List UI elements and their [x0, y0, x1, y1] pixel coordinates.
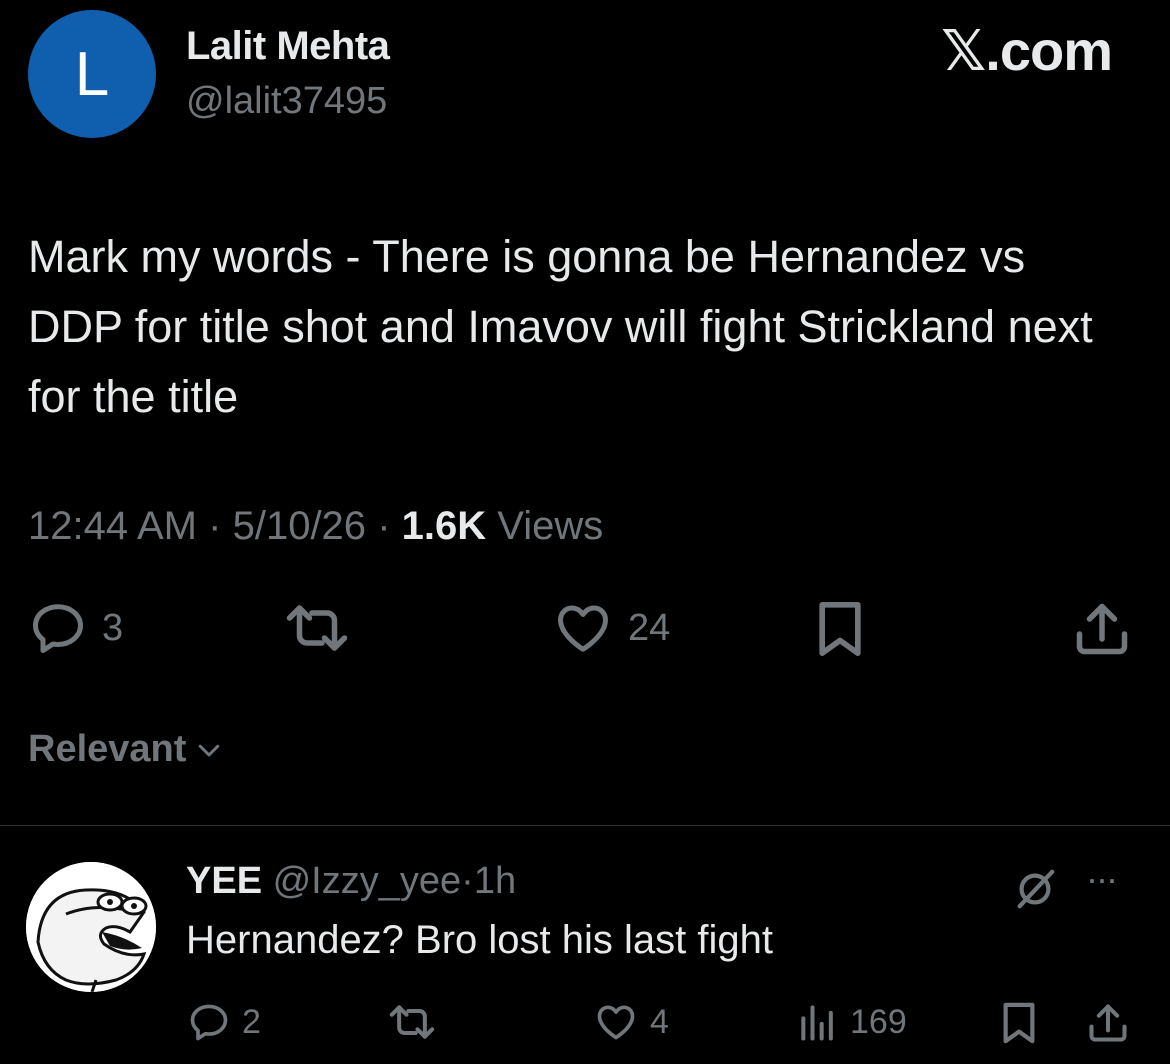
reply-button[interactable]: 3	[28, 598, 123, 658]
heart-icon	[558, 605, 608, 652]
reply-views-button[interactable]: 169	[796, 1000, 907, 1044]
cartoon-avatar-icon	[26, 862, 156, 992]
reply-text: Hernandez? Bro lost his last fight	[186, 918, 773, 962]
reply-bookmark-button[interactable]	[998, 1000, 1040, 1046]
share-button[interactable]	[1072, 598, 1132, 660]
x-logo: 𝕏.com	[941, 19, 1113, 82]
tweet-date[interactable]: 5/10/26	[233, 504, 366, 548]
views-count: 1.6K	[401, 504, 487, 548]
reply-share-button[interactable]	[1086, 1000, 1130, 1046]
like-button[interactable]: 24	[552, 598, 670, 658]
sort-dropdown[interactable]: Relevant	[28, 728, 224, 771]
author-handle[interactable]: @lalit37495	[186, 80, 387, 123]
reply-reply-count: 2	[242, 1002, 261, 1041]
retweet-icon	[389, 1005, 435, 1039]
grok-icon	[1017, 869, 1055, 909]
sort-label: Relevant	[28, 728, 187, 770]
bookmark-icon	[1003, 1002, 1035, 1044]
reply-like-count: 4	[650, 1002, 669, 1041]
reply-reply-button[interactable]: 2	[186, 1000, 261, 1044]
like-count: 24	[628, 606, 671, 649]
avatar[interactable]: L	[28, 10, 156, 138]
share-icon	[1076, 603, 1128, 655]
tweet-time[interactable]: 12:44 AM	[28, 504, 197, 548]
tweet-meta: 12:44 AM · 5/10/26 · 1.6K Views	[28, 504, 603, 549]
reply-avatar[interactable]	[26, 862, 156, 992]
reply-age[interactable]: 1h	[474, 860, 516, 902]
reply-header: YEE @Izzy_yee·1h	[186, 860, 516, 903]
bookmark-button[interactable]	[812, 598, 868, 660]
bookmark-icon	[819, 602, 861, 656]
grok-button[interactable]	[1010, 866, 1060, 917]
separator: ·	[208, 504, 222, 548]
reply-retweet-button[interactable]	[386, 1000, 438, 1044]
divider	[0, 825, 1170, 826]
reply-like-button[interactable]: 4	[592, 1000, 669, 1044]
reply-icon	[190, 1004, 228, 1041]
views-label: Views	[497, 504, 604, 548]
reply-icon	[33, 604, 83, 653]
chevron-down-icon	[199, 744, 220, 756]
reply-count: 3	[102, 606, 124, 649]
share-icon	[1089, 1004, 1127, 1042]
retweet-button[interactable]	[284, 598, 350, 658]
separator: ·	[377, 504, 391, 548]
avatar-letter: L	[74, 39, 110, 109]
separator: ·	[461, 860, 474, 902]
reply-views-count: 169	[850, 1002, 907, 1041]
tweet-text: Mark my words - There is gonna be Hernan…	[28, 231, 1093, 422]
more-options-icon[interactable]: ···	[1086, 858, 1118, 900]
author-name[interactable]: Lalit Mehta	[186, 24, 390, 69]
analytics-icon	[801, 1005, 833, 1041]
retweet-icon	[286, 605, 348, 651]
heart-icon	[597, 1005, 635, 1040]
reply-author-name[interactable]: YEE	[186, 860, 262, 902]
reply-author-handle[interactable]: @Izzy_yee	[273, 860, 462, 902]
